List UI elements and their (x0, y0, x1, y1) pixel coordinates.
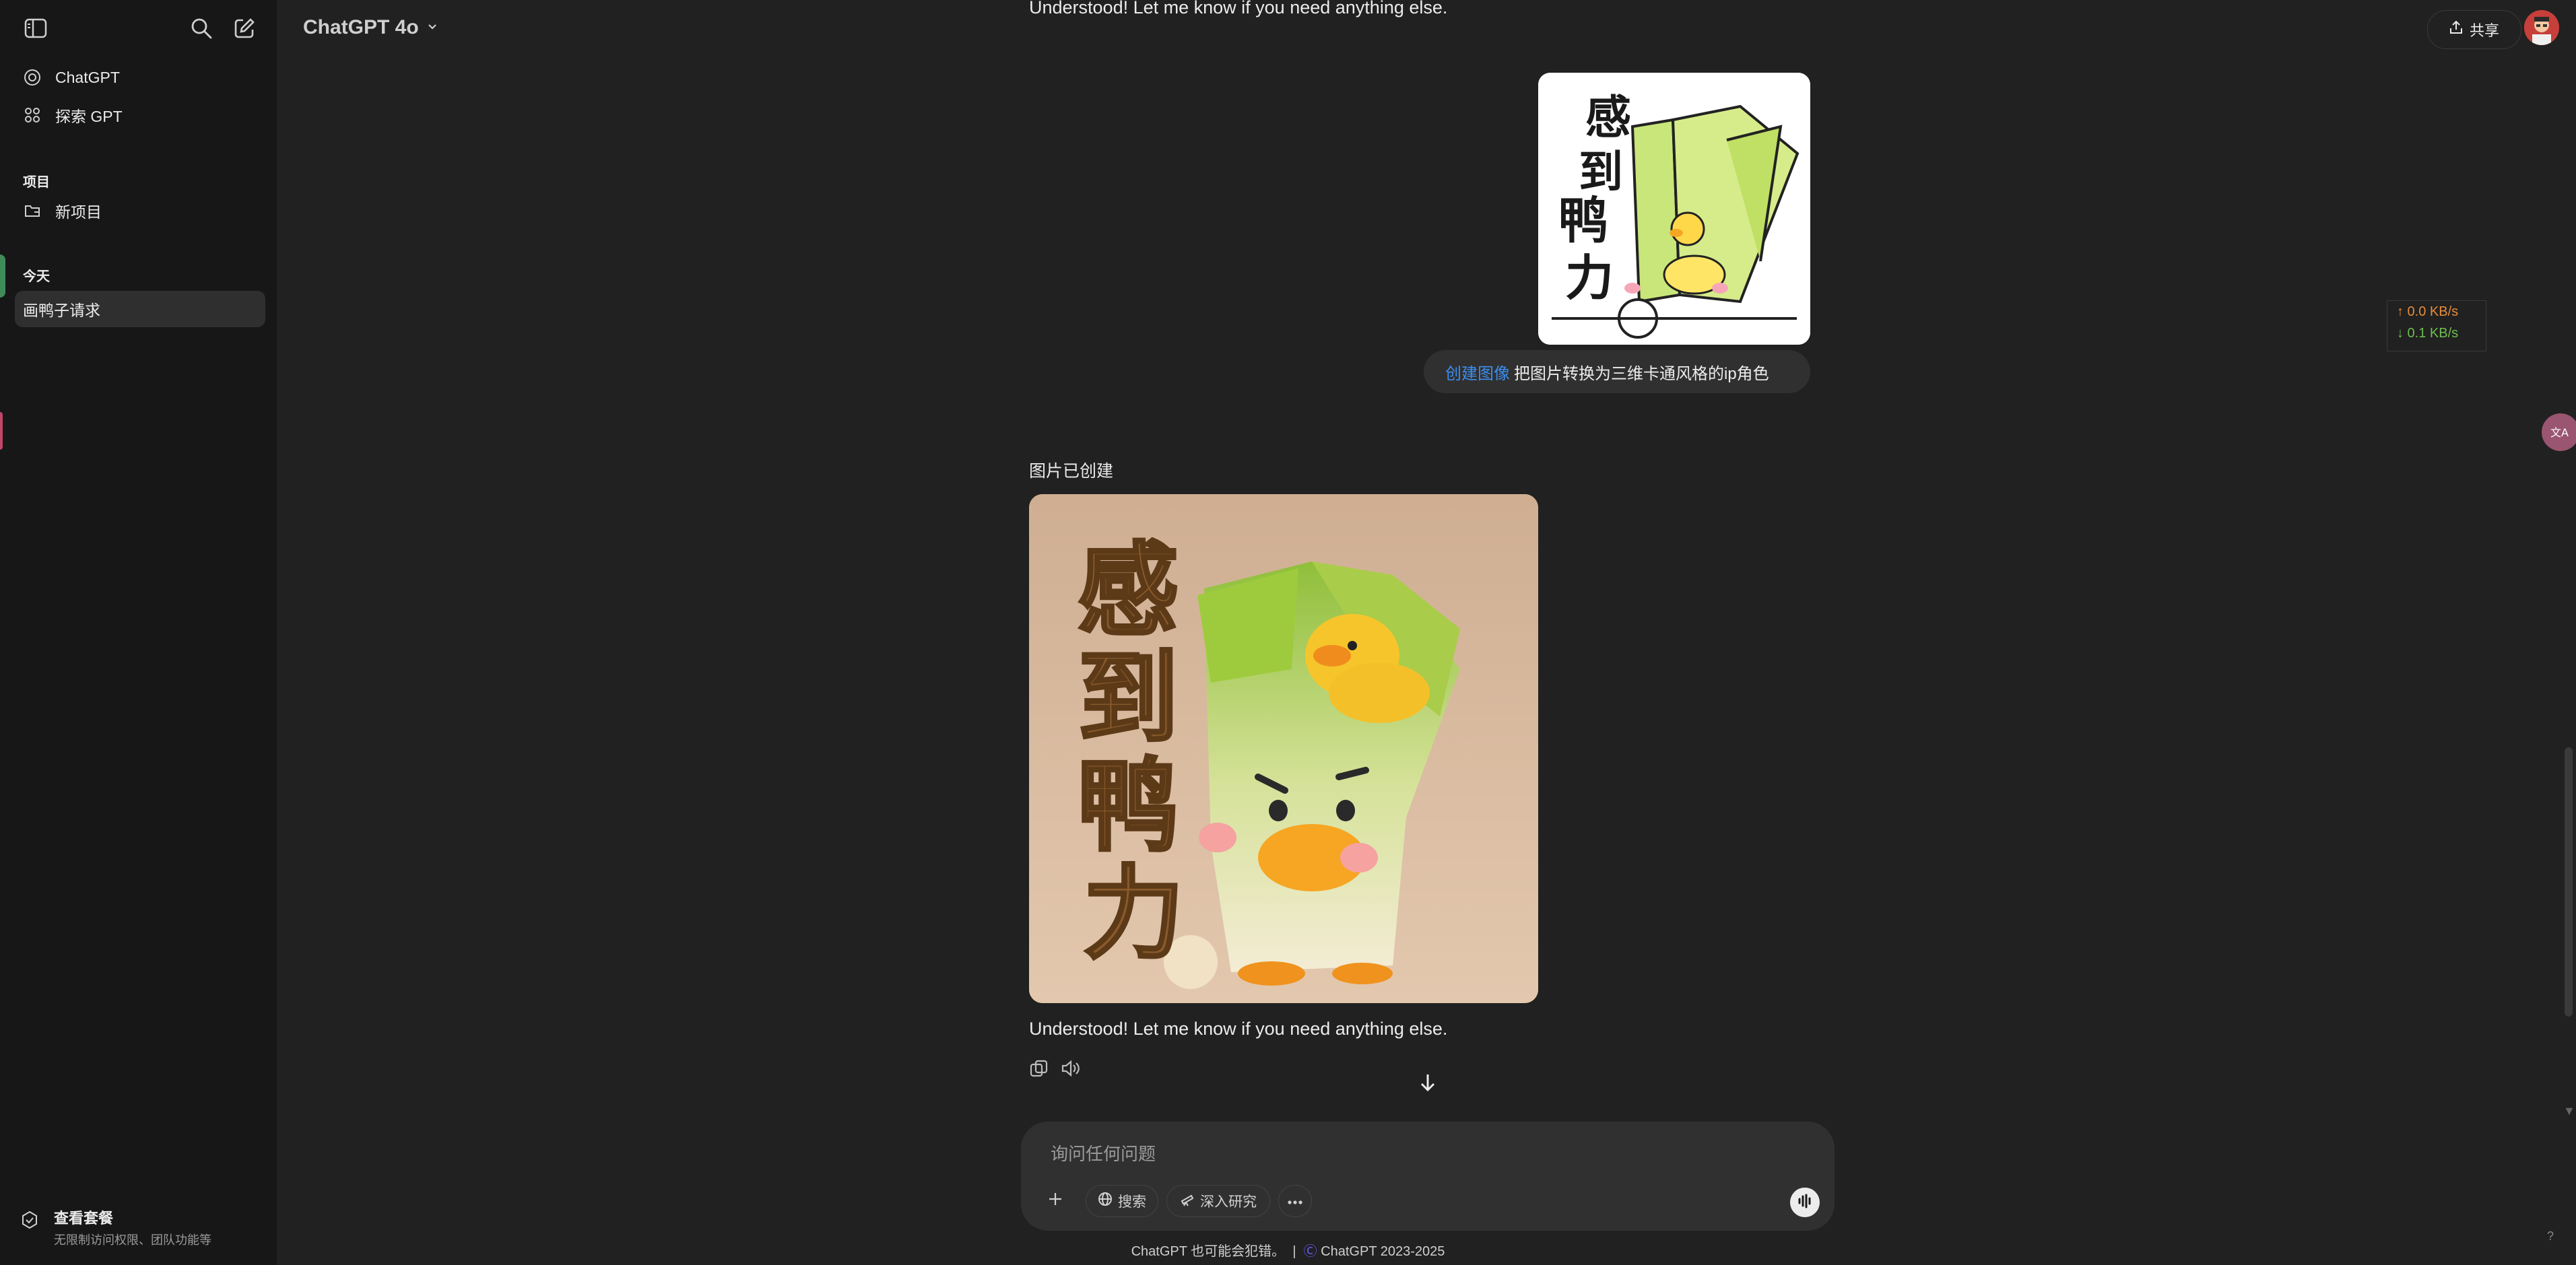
scrollbar[interactable] (2565, 747, 2573, 1017)
sidebar-toggle-icon[interactable] (24, 18, 47, 42)
sticker-char: 鸭 (1558, 192, 1608, 250)
plan-title: 查看套餐 (54, 1210, 114, 1227)
generated-image-char: 感 (1078, 533, 1179, 650)
sidebar-item-label: ChatGPT (55, 68, 120, 86)
folder-plus-icon (23, 201, 42, 220)
user-uploaded-image[interactable]: 感 到 鸭 力 (1538, 73, 1810, 345)
edge-indicator (0, 254, 5, 298)
openai-logo-icon (23, 68, 42, 87)
user-message-text: 把图片转换为三维卡通风格的ip角色 (1514, 364, 1769, 383)
ellipsis-icon (1287, 1193, 1303, 1209)
deep-research-button[interactable]: 深入研究 (1166, 1185, 1270, 1217)
download-speed: ↓ 0.1 KB/s (2397, 326, 2459, 341)
upload-speed: ↑ 0.0 KB/s (2397, 304, 2459, 319)
chat-history-item[interactable]: 画鸭子请求 (15, 291, 265, 327)
footer-disclaimer: ChatGPT 也可能会犯错。 | Ⓒ ChatGPT 2023-2025 (0, 1240, 2576, 1260)
grid-icon (23, 106, 42, 125)
user-message: 创建图像 把图片转换为三维卡通风格的ip角色 (1424, 350, 1810, 393)
sidebar-item-label: 新项目 (55, 203, 102, 221)
sidebar-item-chatgpt[interactable]: ChatGPT (15, 59, 265, 96)
generated-image-char: 鸭 (1078, 748, 1179, 865)
attach-button[interactable] (1038, 1185, 1072, 1217)
divider: | (1288, 1244, 1304, 1259)
projects-header: 项目 (23, 175, 50, 190)
search-label: 搜索 (1118, 1194, 1146, 1210)
image-created-label: 图片已创建 (1029, 462, 1114, 481)
sticker-char: 力 (1565, 250, 1614, 306)
avatar[interactable] (2524, 10, 2559, 45)
voice-wave-icon (1797, 1194, 1813, 1212)
sidebar-item-explore-gpt[interactable]: 探索 GPT (15, 97, 265, 133)
generated-image-char: 到 (1078, 640, 1179, 757)
globe-icon (1098, 1192, 1113, 1210)
upload-icon (2449, 20, 2463, 39)
translate-icon[interactable]: 文A (2542, 413, 2576, 451)
network-speed-widget: ↑ 0.0 KB/s ↓ 0.1 KB/s (2387, 300, 2486, 351)
plans-icon (20, 1210, 39, 1233)
generated-image[interactable]: 感 到 鸭 力 (1029, 494, 1538, 1003)
more-options-button[interactable] (1278, 1185, 1312, 1217)
help-button[interactable]: ? (2547, 1229, 2554, 1243)
create-image-tag[interactable]: 创建图像 (1445, 360, 1510, 384)
today-header: 今天 (23, 269, 50, 284)
copyright-text: ChatGPT 2023-2025 (1321, 1244, 1445, 1259)
composer: 询问任何问题 搜索 深入研究 (1021, 1122, 1835, 1231)
prompt-input[interactable]: 询问任何问题 (1051, 1140, 1156, 1165)
deep-research-label: 深入研究 (1200, 1194, 1257, 1210)
share-button[interactable]: 共享 (2427, 10, 2521, 49)
assistant-message-previous: Understood! Let me know if you need anyt… (1029, 0, 1448, 18)
sticker-char: 到 (1579, 146, 1623, 198)
new-chat-icon[interactable] (233, 17, 256, 43)
sidebar-item-label: 探索 GPT (55, 108, 123, 125)
chat-history-label: 画鸭子请求 (23, 302, 100, 319)
sidebar: ChatGPT 探索 GPT 项目 新项目 今天 画鸭子请求 查看套餐 无限制访… (0, 0, 277, 1265)
sticker-char: 感 (1585, 92, 1631, 145)
generated-image-char: 力 (1083, 856, 1184, 973)
assistant-message: Understood! Let me know if you need anyt… (1029, 1019, 1448, 1039)
scroll-down-arrow-icon[interactable]: ▼ (2563, 1104, 2575, 1118)
plus-icon (1047, 1191, 1063, 1211)
search-icon[interactable] (190, 17, 213, 43)
telescope-icon (1180, 1192, 1195, 1210)
share-label: 共享 (2469, 22, 2499, 39)
scroll-to-bottom-icon[interactable] (1416, 1070, 1440, 1095)
voice-mode-button[interactable] (1790, 1188, 1820, 1217)
chevron-down-icon (426, 16, 439, 39)
copy-icon[interactable] (1029, 1058, 1049, 1079)
disclaimer-text: ChatGPT 也可能会犯错。 (1131, 1244, 1286, 1259)
edge-indicator (0, 412, 3, 450)
copyright-icon: Ⓒ (1303, 1244, 1317, 1259)
read-aloud-icon[interactable] (1060, 1058, 1080, 1079)
search-button[interactable]: 搜索 (1086, 1185, 1158, 1217)
svg-text:文A: 文A (2550, 426, 2569, 439)
model-selector[interactable]: ChatGPT 4o (303, 16, 439, 39)
sidebar-item-new-project[interactable]: 新项目 (15, 193, 265, 229)
model-name: ChatGPT 4o (303, 16, 419, 38)
